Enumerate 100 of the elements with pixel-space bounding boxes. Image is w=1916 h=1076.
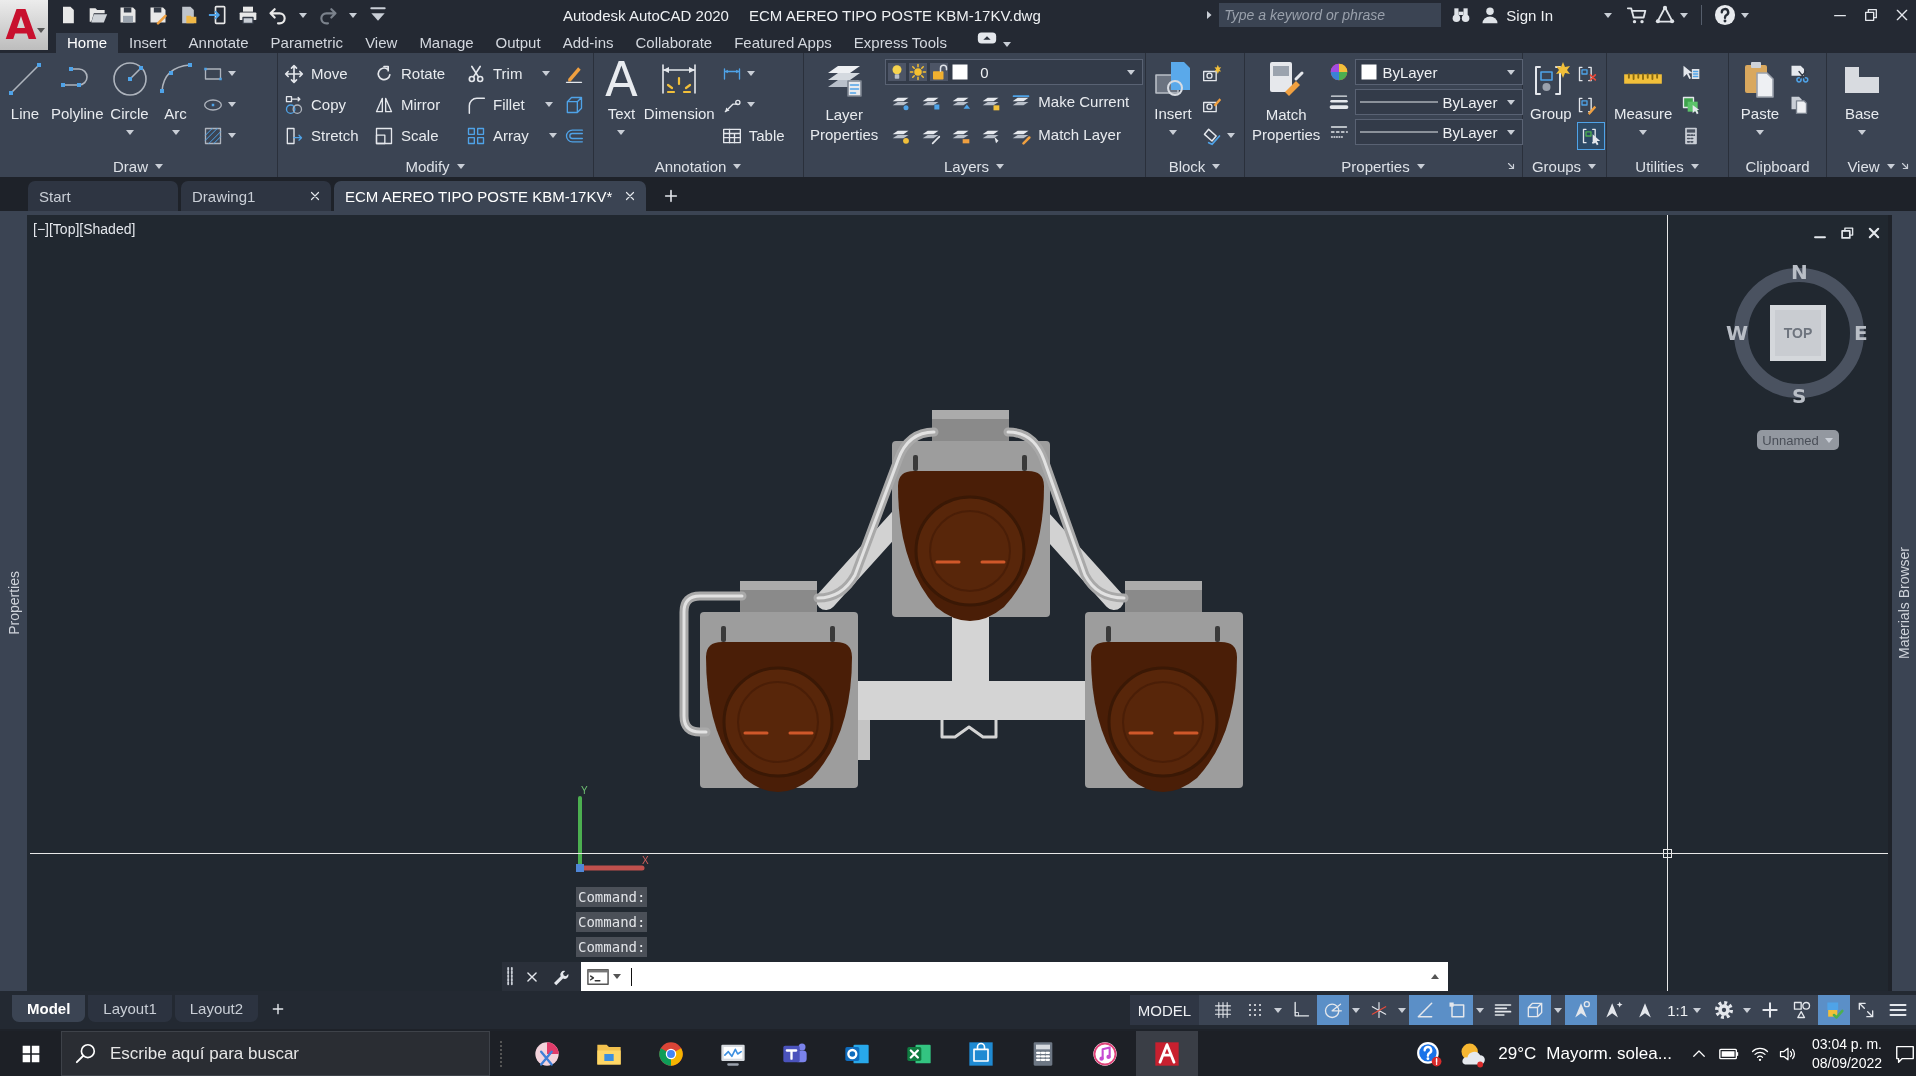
binoculars-icon[interactable] bbox=[1451, 5, 1472, 25]
ribbon-tab[interactable]: Express Tools bbox=[842, 33, 958, 53]
lineweight-dropdown[interactable]: ByLayer bbox=[1355, 89, 1524, 115]
weather-widget[interactable]: 29°C Mayorm. solea... bbox=[1458, 1039, 1672, 1068]
tracking-toggle[interactable] bbox=[1409, 995, 1442, 1025]
panel-title[interactable]: Groups bbox=[1531, 157, 1598, 175]
layout-tab[interactable]: Layout1 bbox=[88, 995, 172, 1022]
caret-icon[interactable] bbox=[1603, 10, 1613, 20]
properties-palette-bar[interactable]: Properties bbox=[0, 215, 27, 991]
two-documents-icon[interactable] bbox=[1789, 94, 1809, 115]
measure-tool[interactable]: Measure bbox=[1611, 53, 1676, 155]
panel-title[interactable]: Utilities bbox=[1635, 157, 1700, 175]
caret-icon[interactable] bbox=[348, 10, 358, 20]
compass-letter[interactable]: W bbox=[1726, 323, 1749, 343]
ribbon-tab[interactable]: Annotate bbox=[177, 33, 260, 53]
caret-icon[interactable] bbox=[1397, 1005, 1408, 1015]
caret-icon[interactable] bbox=[745, 69, 756, 78]
taskbar-search-field[interactable]: Escribe aquí para buscar bbox=[61, 1031, 490, 1076]
restore-icon[interactable] bbox=[1863, 7, 1879, 23]
caret-icon[interactable] bbox=[226, 131, 237, 140]
ribbon-tab[interactable]: Add-ins bbox=[551, 33, 625, 53]
file-tab[interactable]: Start bbox=[28, 181, 178, 211]
close-icon[interactable] bbox=[1867, 226, 1881, 240]
match-properties-tool[interactable]: Match Properties bbox=[1249, 53, 1324, 155]
text-tool[interactable]: A Text bbox=[602, 53, 641, 155]
sign-in-button[interactable]: Sign In bbox=[1481, 6, 1553, 24]
caret-icon[interactable] bbox=[1740, 10, 1750, 20]
base-view-tool[interactable]: Base bbox=[1839, 53, 1885, 155]
plus-icon[interactable] bbox=[271, 1002, 286, 1016]
copy-tool[interactable]: Copy bbox=[284, 89, 374, 120]
caret-icon[interactable] bbox=[745, 100, 756, 109]
plus-icon[interactable] bbox=[663, 188, 680, 204]
line-tool[interactable]: Line bbox=[2, 53, 48, 155]
annotation-scale-button[interactable]: 1:1 bbox=[1661, 1001, 1708, 1019]
help-badge-icon[interactable] bbox=[1416, 1040, 1443, 1067]
linetype-dropdown[interactable]: ByLayer bbox=[1355, 119, 1524, 145]
cube-outline-icon[interactable] bbox=[564, 94, 584, 115]
hatch-square-icon[interactable] bbox=[202, 125, 223, 146]
ribbon-tab[interactable]: Output bbox=[484, 33, 552, 53]
panel-title[interactable]: Modify bbox=[405, 157, 466, 175]
layout-tab[interactable]: Model bbox=[12, 995, 86, 1022]
rotate-tool[interactable]: Rotate bbox=[374, 58, 466, 89]
caret-icon[interactable] bbox=[1226, 131, 1236, 140]
color-dropdown[interactable]: ByLayer bbox=[1355, 59, 1524, 85]
layer-properties-tool[interactable]: Layer Properties bbox=[807, 53, 882, 155]
group-selection-toggle[interactable] bbox=[1576, 121, 1605, 150]
block-sparkle-icon[interactable] bbox=[1202, 63, 1222, 84]
materials-palette-bar[interactable]: Materials Browser bbox=[1892, 215, 1916, 991]
object-snap-toggle[interactable] bbox=[1441, 995, 1474, 1025]
triangle-network-icon[interactable] bbox=[1655, 5, 1675, 25]
layout-tab[interactable]: Layout2 bbox=[174, 995, 259, 1022]
help-icon[interactable] bbox=[1714, 4, 1736, 26]
caret-icon[interactable] bbox=[1273, 1005, 1284, 1015]
ribbon-tab[interactable]: Manage bbox=[408, 33, 485, 53]
share-arrow-icon[interactable] bbox=[208, 5, 228, 25]
folder-icon[interactable] bbox=[88, 5, 108, 25]
panel-title[interactable]: Layers bbox=[944, 157, 1005, 175]
polar-toggle[interactable] bbox=[1317, 995, 1350, 1025]
windows-logo-icon[interactable] bbox=[20, 1043, 41, 1064]
close-icon[interactable] bbox=[309, 190, 321, 202]
close-icon[interactable] bbox=[624, 190, 637, 202]
undo-icon[interactable] bbox=[268, 5, 288, 25]
group-tool[interactable]: Group bbox=[1527, 53, 1575, 155]
caret-icon[interactable] bbox=[1475, 1005, 1486, 1015]
panel-title[interactable]: Clipboard bbox=[1745, 157, 1810, 175]
settings-icon[interactable] bbox=[1714, 1000, 1734, 1020]
cube-snap-toggle[interactable] bbox=[1519, 995, 1552, 1025]
match-layer-tool[interactable]: Match Layer bbox=[1011, 119, 1121, 150]
polyline-tool[interactable]: Polyline bbox=[48, 53, 107, 155]
taskbar-app[interactable] bbox=[1136, 1031, 1198, 1076]
shapes-icon[interactable] bbox=[1792, 1000, 1812, 1020]
ribbon-tab[interactable]: Collaborate bbox=[624, 33, 724, 53]
file-tab[interactable]: ECM AEREO TIPO POSTE KBM-17KV* bbox=[334, 181, 647, 211]
paste-tool[interactable]: Paste bbox=[1737, 53, 1783, 155]
array-tool[interactable]: Array bbox=[466, 120, 560, 151]
scale-tool[interactable]: Scale bbox=[374, 120, 466, 151]
circle-tool[interactable]: Circle bbox=[106, 53, 153, 155]
dimension-tool[interactable]: Dimension bbox=[640, 53, 718, 155]
compass-letter[interactable]: N bbox=[1791, 262, 1808, 282]
panel-title[interactable]: Annotation bbox=[654, 157, 743, 175]
fillet-tool[interactable]: Fillet bbox=[466, 89, 560, 120]
floppy-pen-icon[interactable] bbox=[148, 5, 168, 25]
caret-icon[interactable] bbox=[298, 10, 308, 20]
caret-icon[interactable] bbox=[226, 69, 237, 78]
compass-letter[interactable]: S bbox=[1792, 386, 1807, 406]
caret-icon[interactable] bbox=[1001, 40, 1012, 49]
fullscreen-icon[interactable] bbox=[1856, 1000, 1876, 1020]
panel-title[interactable]: Draw bbox=[113, 157, 164, 175]
app-menu-button[interactable]: A bbox=[0, 0, 48, 50]
launcher-arrow-icon[interactable] bbox=[1900, 161, 1910, 171]
caret-icon[interactable] bbox=[1351, 1005, 1362, 1015]
hardware-toggle[interactable] bbox=[1818, 995, 1850, 1025]
move-tool[interactable]: Move bbox=[284, 58, 374, 89]
plus-icon[interactable] bbox=[1760, 1000, 1780, 1020]
squares-cursor-icon[interactable] bbox=[1681, 94, 1702, 115]
annotation-visibility-toggle[interactable] bbox=[1565, 995, 1598, 1025]
printer-icon[interactable] bbox=[238, 5, 258, 25]
insert-tool[interactable]: Insert bbox=[1150, 53, 1196, 155]
ribbon-tab[interactable]: Home bbox=[56, 33, 118, 53]
cart-icon[interactable] bbox=[1627, 5, 1647, 25]
